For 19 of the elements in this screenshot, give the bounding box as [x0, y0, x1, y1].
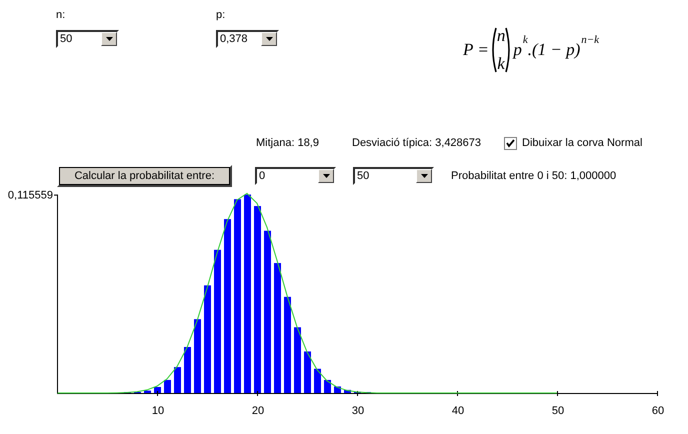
x-tick-label: 60: [652, 405, 664, 417]
x-tick-label: 10: [152, 405, 164, 417]
formula-term: .(1 − p): [528, 40, 580, 60]
std-dev-text: Desviació típica: 3,428673: [352, 136, 482, 150]
probability-text: Probabilitat entre 0 i 50: 1,000000: [451, 170, 616, 182]
mean-text: Mitjana: 18,9: [256, 136, 320, 150]
formula-base: p: [513, 40, 522, 60]
formula-exponent: k: [522, 34, 528, 46]
y-tick-label: 0,115559: [8, 190, 53, 202]
formula-k: k: [497, 54, 505, 74]
formula-exponent: n−k: [581, 34, 600, 46]
p-label: p:: [216, 9, 226, 22]
x-tick-label: 20: [252, 405, 264, 417]
formula-lhs: P =: [463, 40, 489, 60]
formula-n: n: [496, 26, 506, 46]
x-tick-label: 50: [552, 405, 564, 417]
x-tick-label: 30: [352, 405, 364, 417]
x-tick-label: 40: [452, 405, 464, 417]
n-label: n:: [56, 9, 66, 22]
